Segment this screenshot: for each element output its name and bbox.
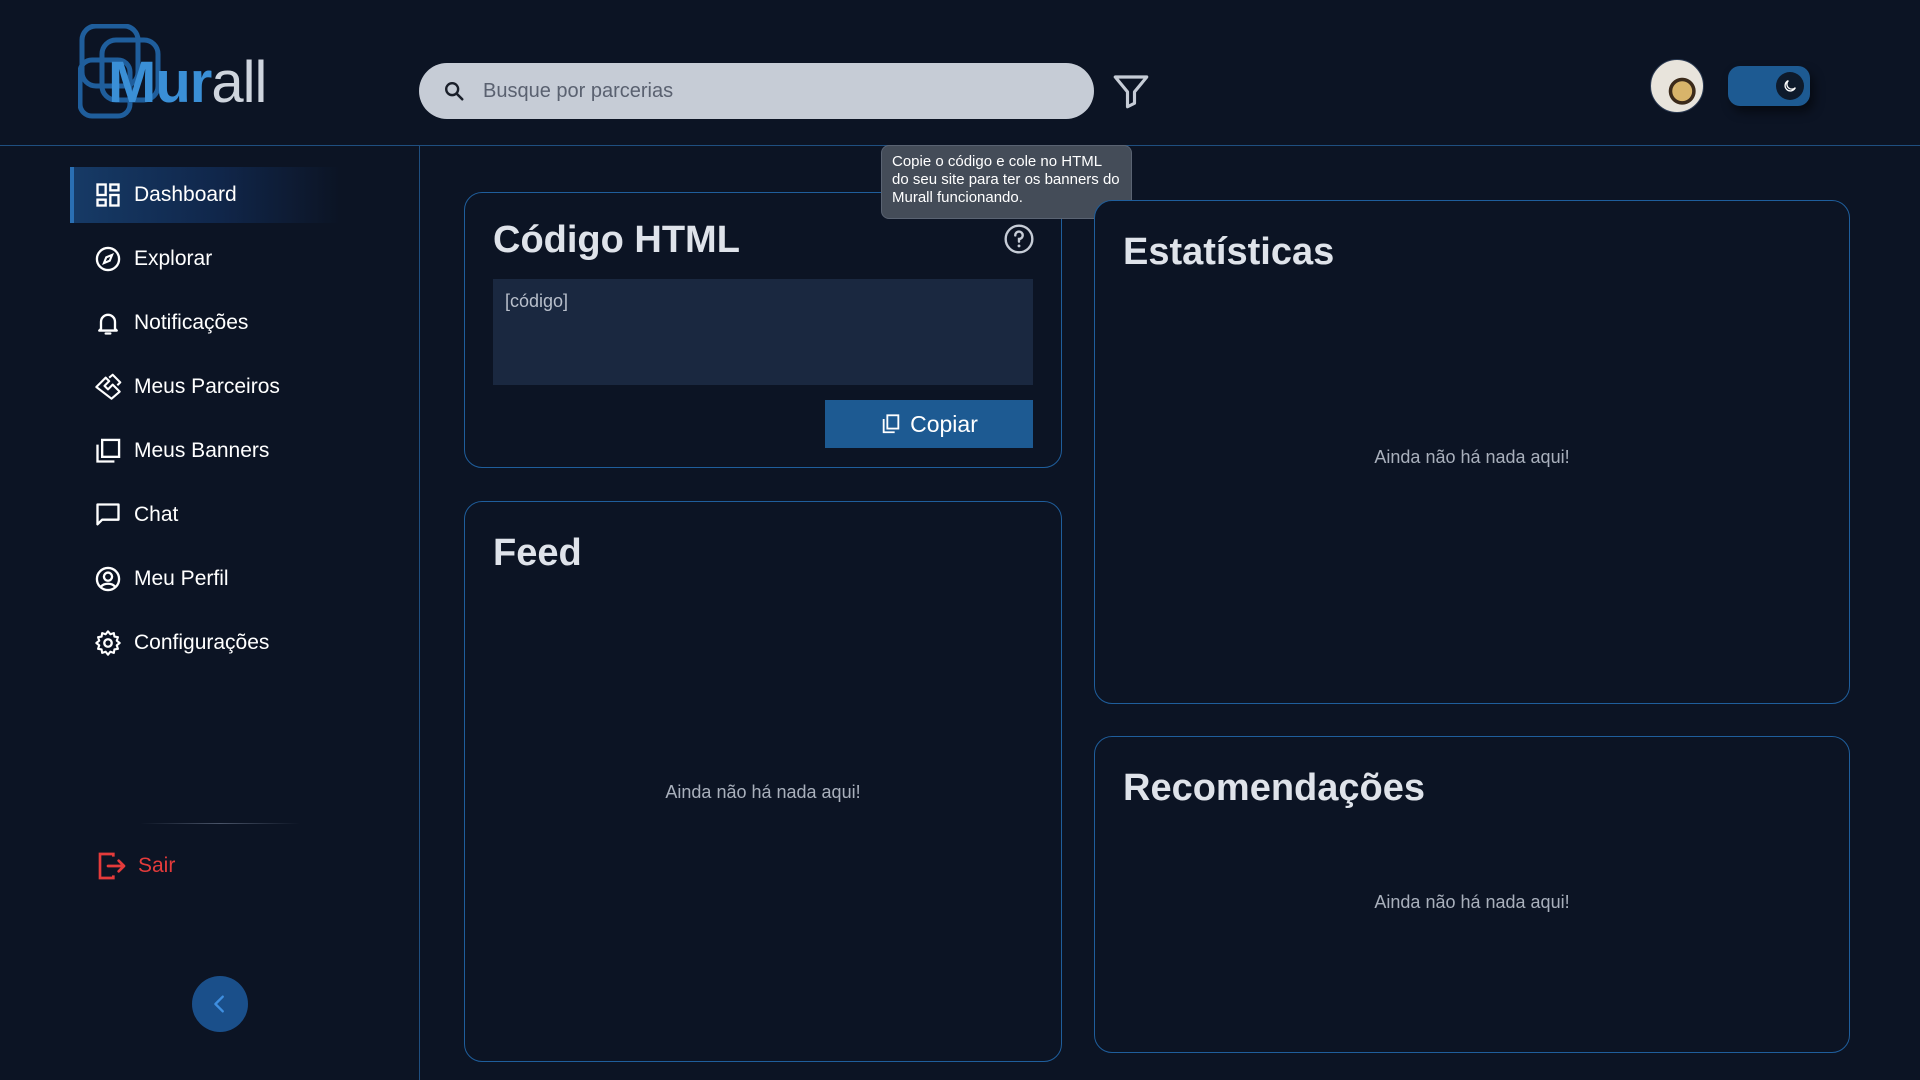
help-icon[interactable] <box>1003 223 1035 255</box>
user-avatar[interactable] <box>1650 59 1704 113</box>
top-header: Murall <box>0 0 1920 146</box>
sidebar-item-meu-perfil[interactable]: Meu Perfil <box>70 551 340 607</box>
logout-icon <box>98 852 126 880</box>
logout-button[interactable]: Sair <box>96 846 175 886</box>
chat-icon <box>96 503 120 526</box>
sidebar-item-meus-banners[interactable]: Meus Banners <box>70 423 340 479</box>
sidebar-item-label: Meus Parceiros <box>134 375 280 398</box>
search-bar[interactable] <box>419 63 1094 119</box>
html-code-card: Código HTML [código] Copiar <box>464 192 1062 468</box>
sidebar-item-label: Meus Banners <box>134 439 270 462</box>
dashboard-icon <box>96 183 120 207</box>
copy-button[interactable]: Copiar <box>825 400 1033 448</box>
search-input[interactable] <box>483 79 1063 103</box>
copy-icon <box>882 414 900 434</box>
moon-icon <box>1784 80 1796 92</box>
sidebar-item-label: Configurações <box>134 631 270 654</box>
sidebar-item-notificacoes[interactable]: Notificações <box>70 295 340 351</box>
sidebar-item-label: Dashboard <box>134 183 237 206</box>
card-title: Recomendações <box>1123 767 1426 809</box>
copy-label: Copiar <box>910 410 978 437</box>
logout-label: Sair <box>138 854 176 877</box>
search-icon <box>445 82 464 101</box>
logo-wordmark: Murall <box>108 50 267 115</box>
sidebar-item-label: Chat <box>134 503 179 526</box>
collapse-sidebar-button[interactable] <box>192 976 248 1032</box>
handshake-icon <box>95 373 122 400</box>
recommendations-card: Recomendações Ainda não há nada aqui! <box>1094 736 1850 1053</box>
statistics-card: Estatísticas Ainda não há nada aqui! <box>1094 200 1850 704</box>
card-title: Código HTML <box>493 219 740 261</box>
card-title: Feed <box>493 532 582 574</box>
chevron-left-icon <box>214 995 224 1013</box>
sidebar-item-label: Notificações <box>134 311 249 334</box>
sidebar-item-explorar[interactable]: Explorar <box>70 231 340 287</box>
empty-state-text: Ainda não há nada aqui! <box>1374 447 1570 467</box>
profile-icon <box>95 566 121 592</box>
sidebar-item-label: Meu Perfil <box>134 567 229 590</box>
settings-icon <box>95 630 121 656</box>
feed-card: Feed Ainda não há nada aqui! <box>464 501 1062 1062</box>
card-title: Estatísticas <box>1123 231 1335 273</box>
sidebar: Dashboard Explorar Notificações Meus Par… <box>0 146 420 1080</box>
help-tooltip: Copie o código e cole no HTML do seu sit… <box>881 145 1132 219</box>
sidebar-item-label: Explorar <box>134 247 213 270</box>
sidebar-item-chat[interactable]: Chat <box>70 487 340 543</box>
toggle-knob <box>1776 72 1804 100</box>
empty-state-text: Ainda não há nada aqui! <box>1374 892 1570 912</box>
filter-icon[interactable] <box>1110 70 1152 112</box>
theme-toggle[interactable] <box>1728 66 1810 106</box>
empty-state-text: Ainda não há nada aqui! <box>665 782 861 802</box>
sidebar-divider <box>140 823 300 824</box>
banners-icon <box>96 438 121 463</box>
sidebar-item-meus-parceiros[interactable]: Meus Parceiros <box>70 359 340 415</box>
murall-logo[interactable]: Murall <box>78 24 288 120</box>
sidebar-item-dashboard[interactable]: Dashboard <box>70 167 340 223</box>
compass-icon <box>95 246 121 272</box>
sidebar-item-configuracoes[interactable]: Configurações <box>70 615 340 671</box>
html-code-field[interactable]: [código] <box>493 279 1033 385</box>
bell-icon <box>98 313 118 335</box>
